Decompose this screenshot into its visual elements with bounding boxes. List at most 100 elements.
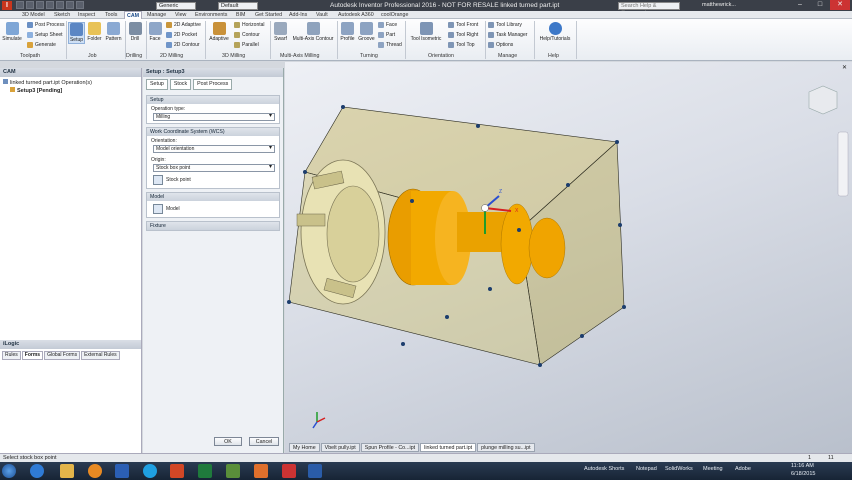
tab-external-rules[interactable]: External Rules bbox=[81, 351, 120, 360]
tool-front-button[interactable]: Tool Front bbox=[448, 22, 478, 28]
tab-view[interactable]: View bbox=[175, 11, 186, 19]
photos-icon[interactable] bbox=[226, 464, 240, 478]
tool-isometric-button[interactable]: Tool Isometric bbox=[408, 22, 444, 42]
tool-right-button[interactable]: Tool Right bbox=[448, 32, 478, 38]
search-input[interactable]: Search Help & Commands... bbox=[618, 1, 680, 16]
graphics-viewport[interactable]: Z X ✕ bbox=[285, 62, 852, 453]
redo-icon[interactable] bbox=[56, 1, 64, 9]
tab-a360[interactable]: Autodesk A360 bbox=[338, 11, 374, 19]
skype-icon[interactable] bbox=[143, 464, 157, 478]
tree-setup3[interactable]: Setup3 [Pending] bbox=[0, 87, 141, 95]
tab-inspect[interactable]: Inspect bbox=[78, 11, 95, 19]
new-icon[interactable] bbox=[16, 1, 24, 9]
tab-forms[interactable]: Forms bbox=[21, 351, 44, 360]
pocket-2d-button[interactable]: 2D Pocket bbox=[166, 32, 197, 38]
start-button-icon[interactable] bbox=[2, 464, 16, 478]
setup-sheet-button[interactable]: Setup Sheet bbox=[27, 32, 63, 38]
powerpoint-icon[interactable] bbox=[170, 464, 184, 478]
model-section-header[interactable]: Model bbox=[147, 193, 279, 201]
thread-button[interactable]: Thread bbox=[378, 42, 402, 48]
taskbar-meeting[interactable]: Meeting bbox=[703, 466, 723, 472]
close-button[interactable]: ✕ bbox=[830, 0, 850, 10]
fixture-section-header[interactable]: Fixture bbox=[147, 222, 279, 230]
user-name[interactable]: matthewrick... bbox=[702, 0, 736, 11]
doc-tab-my-home[interactable]: My Home bbox=[289, 443, 320, 452]
doc-tab-linked-turned-part[interactable]: linked turned part.ipt bbox=[420, 443, 477, 452]
tool-library-button[interactable]: Tool Library bbox=[488, 22, 522, 28]
tab-manage[interactable]: Manage bbox=[147, 11, 166, 19]
firefox-icon[interactable] bbox=[88, 464, 102, 478]
folder-button[interactable]: Folder bbox=[86, 22, 103, 42]
generate-button[interactable]: Generate bbox=[27, 42, 56, 48]
doc-tab-spun-profile[interactable]: Spun Profile - Co...ipt bbox=[360, 443, 420, 452]
save-icon[interactable] bbox=[36, 1, 44, 9]
open-icon[interactable] bbox=[26, 1, 34, 9]
excel-icon[interactable] bbox=[198, 464, 212, 478]
snowflake-icon[interactable] bbox=[308, 464, 322, 478]
view-close-icon[interactable]: ✕ bbox=[842, 64, 847, 71]
ok-button[interactable]: OK bbox=[214, 437, 242, 446]
tree-root[interactable]: linked turned part.ipt Operation(s) bbox=[0, 79, 141, 87]
face-milling-button[interactable]: Face bbox=[148, 22, 162, 42]
adaptive-2d-button[interactable]: 2D Adaptive bbox=[166, 22, 201, 28]
tab-setup[interactable]: Setup bbox=[146, 79, 168, 90]
tab-rules[interactable]: Rules bbox=[2, 351, 21, 360]
tab-environments[interactable]: Environments bbox=[195, 11, 227, 19]
tab-stock[interactable]: Stock bbox=[169, 79, 192, 90]
parallel-button[interactable]: Parallel bbox=[234, 42, 259, 48]
minimize-button[interactable]: – bbox=[790, 0, 810, 10]
undo-icon[interactable] bbox=[46, 1, 54, 9]
drill-button[interactable]: Drill bbox=[127, 22, 143, 42]
contour-3d-button[interactable]: Contour bbox=[234, 32, 260, 38]
taskbar-solidworks[interactable]: SolidWorks bbox=[665, 466, 693, 472]
doc-tab-plunge-milling[interactable]: plunge milling su...ipt bbox=[477, 443, 535, 452]
tab-3d-model[interactable]: 3D Model bbox=[22, 11, 45, 19]
tool-top-button[interactable]: Tool Top bbox=[448, 42, 475, 48]
explorer-icon[interactable] bbox=[60, 464, 74, 478]
material-combo[interactable]: Default bbox=[218, 1, 258, 10]
app-logo-icon[interactable]: I bbox=[2, 1, 12, 10]
groove-button[interactable]: Groove bbox=[357, 22, 376, 42]
simulate-button[interactable]: Simulate bbox=[2, 22, 22, 42]
origin-select[interactable]: Stock box point bbox=[153, 164, 275, 172]
tab-bim[interactable]: BIM bbox=[236, 11, 245, 19]
swarf-button[interactable]: Swarf bbox=[272, 22, 289, 42]
options-button[interactable]: Options bbox=[488, 42, 513, 48]
orientation-select[interactable]: Model orientation bbox=[153, 145, 275, 153]
part-button[interactable]: Part bbox=[378, 32, 395, 38]
ie-icon[interactable] bbox=[30, 464, 44, 478]
horizontal-button[interactable]: Horizontal bbox=[234, 22, 265, 28]
stock-point-picker[interactable]: Stock point bbox=[153, 175, 273, 185]
home-icon[interactable] bbox=[66, 1, 74, 9]
cancel-button[interactable]: Cancel bbox=[249, 437, 279, 446]
multi-axis-contour-button[interactable]: Multi-Axis Contour bbox=[290, 22, 336, 42]
taskbar-notepad[interactable]: Notepad bbox=[636, 466, 657, 472]
taskbar-autodesk-shorts[interactable]: Autodesk Shorts bbox=[584, 466, 624, 472]
setup-button[interactable]: Setup bbox=[68, 22, 85, 44]
tab-sketch[interactable]: Sketch bbox=[54, 11, 70, 19]
setup-section-header[interactable]: Setup bbox=[147, 96, 279, 104]
help-tutorials-button[interactable]: Help/Tutorials bbox=[536, 22, 574, 42]
task-manager-button[interactable]: Task Manager bbox=[488, 32, 527, 38]
camtasia-icon[interactable] bbox=[282, 464, 296, 478]
tab-global-forms[interactable]: Global Forms bbox=[44, 351, 81, 360]
tab-add-ins[interactable]: Add-Ins bbox=[289, 11, 307, 19]
taskbar-adobe[interactable]: Adobe bbox=[735, 466, 751, 472]
select-icon[interactable] bbox=[76, 1, 84, 9]
word-icon[interactable] bbox=[115, 464, 129, 478]
clock-time[interactable]: 11:16 AM bbox=[791, 463, 814, 469]
clock-date[interactable]: 6/18/2015 bbox=[791, 471, 815, 477]
tab-vault[interactable]: Vault bbox=[316, 11, 328, 19]
tab-get-started[interactable]: Get Started bbox=[255, 11, 282, 19]
pattern-button[interactable]: Pattern bbox=[104, 22, 123, 42]
contour-2d-button[interactable]: 2D Contour bbox=[166, 42, 200, 48]
maximize-button[interactable]: □ bbox=[810, 0, 830, 10]
tab-coolorange[interactable]: coolOrange bbox=[381, 11, 408, 19]
doc-tab-vbelt[interactable]: Vbelt pully.ipt bbox=[320, 443, 360, 452]
wcs-section-header[interactable]: Work Coordinate System (WCS) bbox=[147, 128, 279, 136]
operation-type-select[interactable]: Milling bbox=[153, 113, 275, 121]
style-combo[interactable]: Generic bbox=[156, 1, 196, 10]
adaptive-button[interactable]: Adaptive bbox=[207, 22, 231, 42]
tab-post-process[interactable]: Post Process bbox=[193, 79, 233, 90]
post-process-button[interactable]: Post Process bbox=[27, 22, 64, 28]
